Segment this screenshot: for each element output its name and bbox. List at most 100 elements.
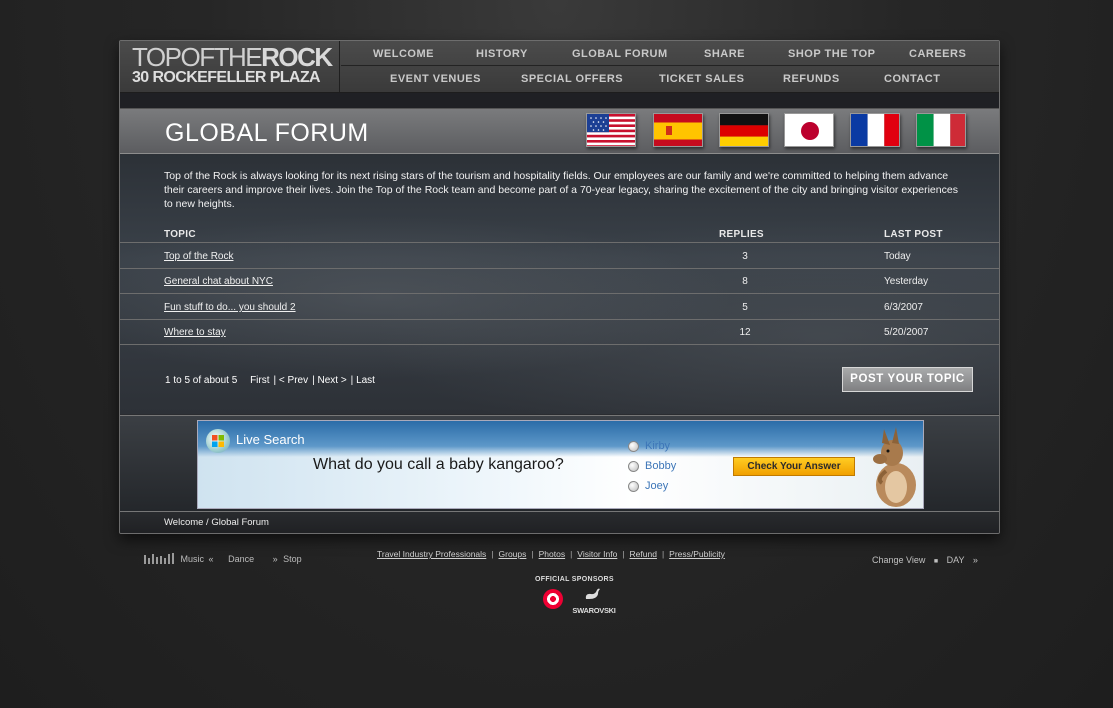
logo-top-of: TOPOF [132,42,215,72]
topic-link[interactable]: Fun stuff to do... you should 2 [164,302,296,313]
intro-text: Top of the Rock is always looking for it… [164,170,958,210]
target-logo-icon[interactable] [543,589,563,609]
footer-link-refund[interactable]: Refund [630,549,657,559]
main-frame: TOPOFTHEROCK 30 ROCKEFELLER PLAZA WELCOM… [119,40,1000,534]
last-post-header: LAST POST [884,229,943,240]
nav-share[interactable]: SHARE [704,48,745,60]
ad-option-bobby[interactable]: Bobby [628,460,676,472]
divider-strip [120,93,999,109]
logo[interactable]: TOPOFTHEROCK 30 ROCKEFELLER PLAZA [120,41,340,92]
nav-history[interactable]: HISTORY [476,48,528,60]
live-search-ad[interactable]: Live Search What do you call a baby kang… [197,420,924,509]
logo-wordmark: TOPOFTHEROCK [132,42,339,72]
logo-the: THE [213,42,263,72]
topic-link[interactable]: Top of the Rock [164,251,233,262]
radio-icon[interactable] [628,480,639,492]
pagination-first[interactable]: First [250,375,269,386]
swarovski-logo[interactable]: SWAROVSKI [570,587,618,615]
ad-brand: Live Search [236,432,305,447]
header: TOPOFTHEROCK 30 ROCKEFELLER PLAZA WELCOM… [120,41,999,93]
nav-event-venues[interactable]: EVENT VENUES [390,73,481,85]
row-divider [120,293,999,294]
swan-icon [585,588,600,599]
replies-header: REPLIES [719,229,764,240]
nav-global-forum[interactable]: GLOBAL FORUM [572,48,668,60]
page-title: GLOBAL FORUM [165,119,369,147]
double-chevron-icon: » [972,555,978,565]
nav-refunds[interactable]: REFUNDS [783,73,840,85]
nav-ticket-sales[interactable]: TICKET SALES [659,73,744,85]
nav-welcome[interactable]: WELCOME [373,48,434,60]
replies-count: 8 [742,276,748,287]
ad-header [198,421,923,457]
italy-flag-icon[interactable] [916,113,966,147]
ad-zone: Live Search What do you call a baby kang… [120,415,999,511]
dance-link[interactable]: Dance [228,554,254,564]
nav-contact[interactable]: CONTACT [884,73,940,85]
radio-icon[interactable] [628,440,639,452]
breadcrumb-bar: Welcome / Global Forum [120,511,999,533]
nav-careers[interactable]: CAREERS [909,48,966,60]
replies-count: 5 [742,302,748,313]
chevron-left-icon: « [208,554,214,564]
table-row: Fun stuff to do... you should 2 5 6/3/20… [120,295,999,319]
change-view-label: Change View [872,555,926,565]
radio-icon[interactable] [628,460,639,472]
view-switcher: Change View ■ DAY » [872,555,978,565]
breadcrumb: Welcome / Global Forum [164,517,269,528]
nav-special-offers[interactable]: SPECIAL OFFERS [521,73,623,85]
pagination-last[interactable]: Last [356,375,375,386]
footer-links: Travel Industry Professionals | Groups | Pho… [377,549,725,559]
last-post-date: Today [884,251,911,262]
ad-option-joey[interactable]: Joey [628,480,668,492]
us-flag-icon[interactable] [586,113,636,147]
logo-address: 30 ROCKEFELLER PLAZA [132,69,321,86]
logo-rock: ROCK [261,42,333,72]
ad-option-label: Kirby [645,440,671,452]
table-row: Top of the Rock 3 Today [120,244,999,268]
footer-link-press[interactable]: Press/Publicity [669,549,725,559]
pagination: 1 to 5 of about 5 First | < Prev | Next > |… [165,375,375,386]
nav-shop-the-top[interactable]: SHOP THE TOP [788,48,876,60]
japan-flag-icon[interactable] [784,113,834,147]
topic-link[interactable]: General chat about NYC [164,276,273,287]
nav-secondary: EVENT VENUES SPECIAL OFFERS TICKET SALES… [341,67,999,92]
equalizer-icon [144,553,174,564]
stop-link[interactable]: Stop [283,554,302,564]
france-flag-icon[interactable] [850,113,900,147]
windows-logo-icon [206,429,230,453]
nav-primary: WELCOME HISTORY GLOBAL FORUM SHARE SHOP … [341,41,999,66]
last-post-date: 6/3/2007 [884,302,923,313]
replies-count: 12 [739,327,751,338]
pagination-summary: 1 to 5 of about 5 [165,375,238,386]
ad-option-label: Joey [645,480,669,492]
sponsors-label: OFFICIAL SPONSORS [535,576,614,583]
title-bar: GLOBAL FORUM [120,109,999,154]
table-row: General chat about NYC 8 Yesterday [120,269,999,293]
row-divider [120,344,999,345]
music-controls: Music « Dance » Stop [144,552,302,564]
square-bullet-icon: ■ [933,558,939,565]
music-link[interactable]: Music [181,554,205,564]
forum-content: Top of the Rock is always looking for it… [120,154,999,414]
replies-count: 3 [742,251,748,262]
swarovski-wordmark: SWAROVSKI [572,606,616,615]
ad-option-label: Bobby [645,460,677,472]
pagination-next[interactable]: Next > [317,375,346,386]
post-topic-button[interactable]: POST YOUR TOPIC [842,367,973,392]
last-post-date: Yesterday [884,276,929,287]
topic-link[interactable]: Where to stay [164,327,226,338]
germany-flag-icon[interactable] [719,113,769,147]
footer-link-groups[interactable]: Groups [499,549,527,559]
pagination-prev[interactable]: < Prev [279,375,308,386]
ad-option-kirby[interactable]: Kirby [628,440,670,452]
footer-link-travel-pros[interactable]: Travel Industry Professionals [377,549,486,559]
ad-question: What do you call a baby kangaroo? [313,456,564,473]
spain-flag-icon[interactable] [653,113,703,147]
check-answer-button[interactable]: Check Your Answer [733,457,855,476]
footer-link-photos[interactable]: Photos [539,549,565,559]
kangaroo-icon [873,427,916,507]
table-row: Where to stay 12 5/20/2007 [120,320,999,344]
day-view-toggle[interactable]: DAY [947,555,965,565]
footer-link-visitor-info[interactable]: Visitor Info [577,549,617,559]
